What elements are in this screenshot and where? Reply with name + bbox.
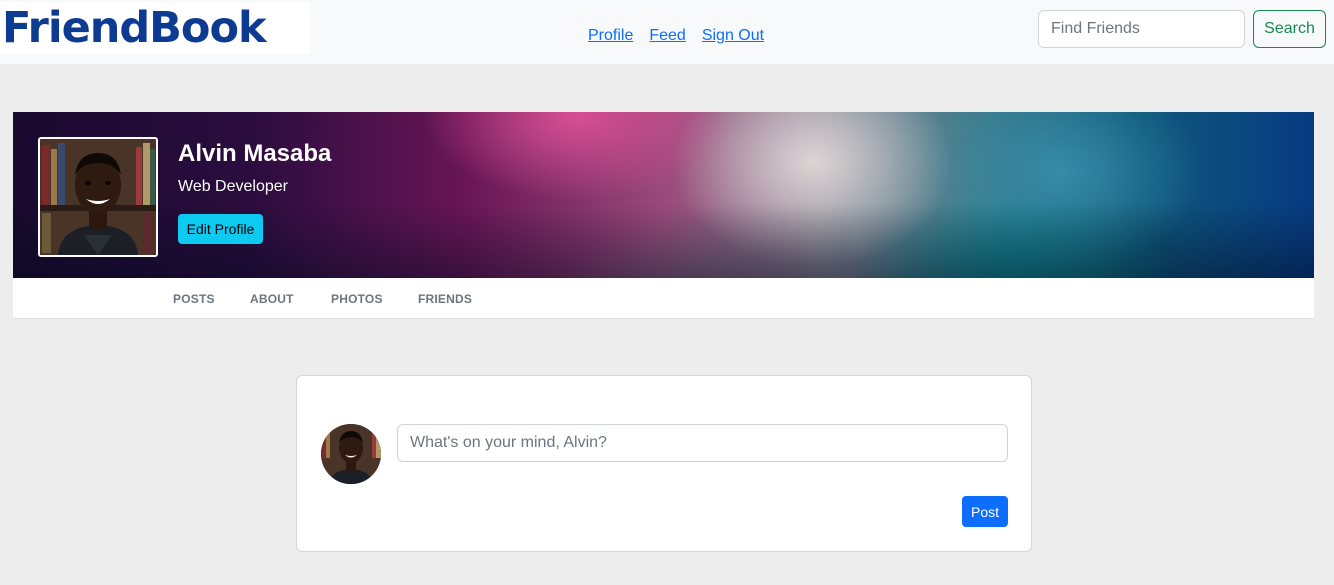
person-avatar-icon bbox=[321, 424, 381, 484]
brand-name: FriendBook bbox=[2, 2, 267, 53]
profile-photo bbox=[38, 137, 158, 257]
top-navbar: FriendBook Profile Feed Sign Out Search bbox=[0, 0, 1334, 64]
nav-link-feed[interactable]: Feed bbox=[649, 27, 685, 45]
nav-link-sign-out[interactable]: Sign Out bbox=[702, 27, 764, 45]
status-input[interactable] bbox=[397, 424, 1008, 462]
post-button[interactable]: Post bbox=[962, 496, 1008, 527]
find-friends-input[interactable] bbox=[1038, 10, 1245, 48]
nav-links: Profile Feed Sign Out bbox=[588, 27, 764, 45]
profile-job-title: Web Developer bbox=[178, 178, 288, 195]
tab-photos[interactable]: PHOTOS bbox=[331, 292, 383, 306]
profile-tabs: POSTS ABOUT PHOTOS FRIENDS bbox=[13, 278, 1314, 319]
profile-name: Alvin Masaba bbox=[178, 140, 332, 167]
nav-link-profile[interactable]: Profile bbox=[588, 27, 633, 45]
tab-posts[interactable]: POSTS bbox=[173, 292, 215, 306]
search-button[interactable]: Search bbox=[1253, 10, 1326, 48]
tab-friends[interactable]: FRIENDS bbox=[418, 292, 472, 306]
tab-about[interactable]: ABOUT bbox=[250, 292, 294, 306]
person-portrait-icon bbox=[40, 139, 156, 255]
brand-logo[interactable]: FriendBook bbox=[0, 2, 310, 54]
post-composer-card: Post bbox=[296, 375, 1032, 552]
profile-cover: Alvin Masaba Web Developer Edit Profile bbox=[13, 112, 1314, 278]
edit-profile-button[interactable]: Edit Profile bbox=[178, 214, 263, 244]
avatar bbox=[321, 424, 381, 484]
